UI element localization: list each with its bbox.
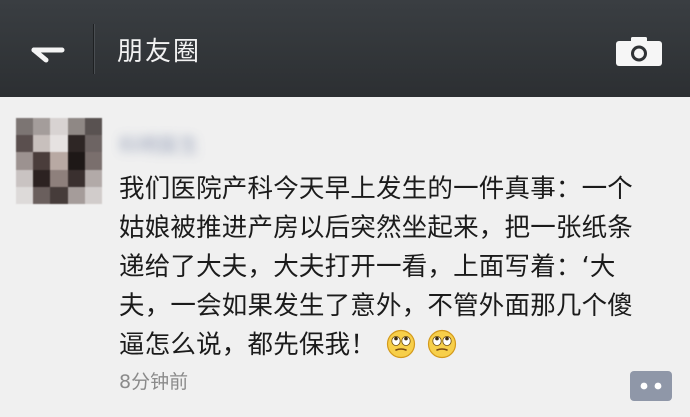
comment-icon[interactable] [630, 371, 672, 401]
moment-post: 科明医生 我们医院产科今天早上发生的一件真事：一个 姑娘被推进产房以后突然坐起来… [0, 97, 690, 417]
post-timestamp: 8分钟前 [119, 371, 189, 393]
back-arrow-icon[interactable] [22, 30, 70, 70]
post-line: 递给了大夫，大夫打开一看，上面写着：‘大 [119, 252, 616, 282]
author-name[interactable]: 科明医生 [119, 129, 269, 157]
top-bar: 朋友圈 [0, 0, 690, 97]
post-last-line-wrap: 逼怎么说，都先保我！ [119, 326, 679, 365]
rolling-eyes-emoji-icon [427, 329, 456, 359]
post-line: 我们医院产科今天早上发生的一件真事：一个 [119, 174, 634, 204]
post-content: 我们医院产科今天早上发生的一件真事：一个 姑娘被推进产房以后突然坐起来，把一张纸… [119, 170, 679, 365]
post-line: 夫，一会如果发生了意外，不管外面那几个傻 [119, 291, 634, 321]
post-line: 逼怎么说，都先保我！ [119, 330, 377, 360]
page-title: 朋友圈 [117, 37, 202, 67]
camera-icon[interactable] [614, 36, 664, 68]
post-line: 姑娘被推进产房以后突然坐起来，把一张纸条 [119, 213, 634, 243]
rolling-eyes-emoji-icon [387, 329, 416, 359]
avatar[interactable] [16, 118, 102, 204]
header-divider [93, 24, 94, 74]
